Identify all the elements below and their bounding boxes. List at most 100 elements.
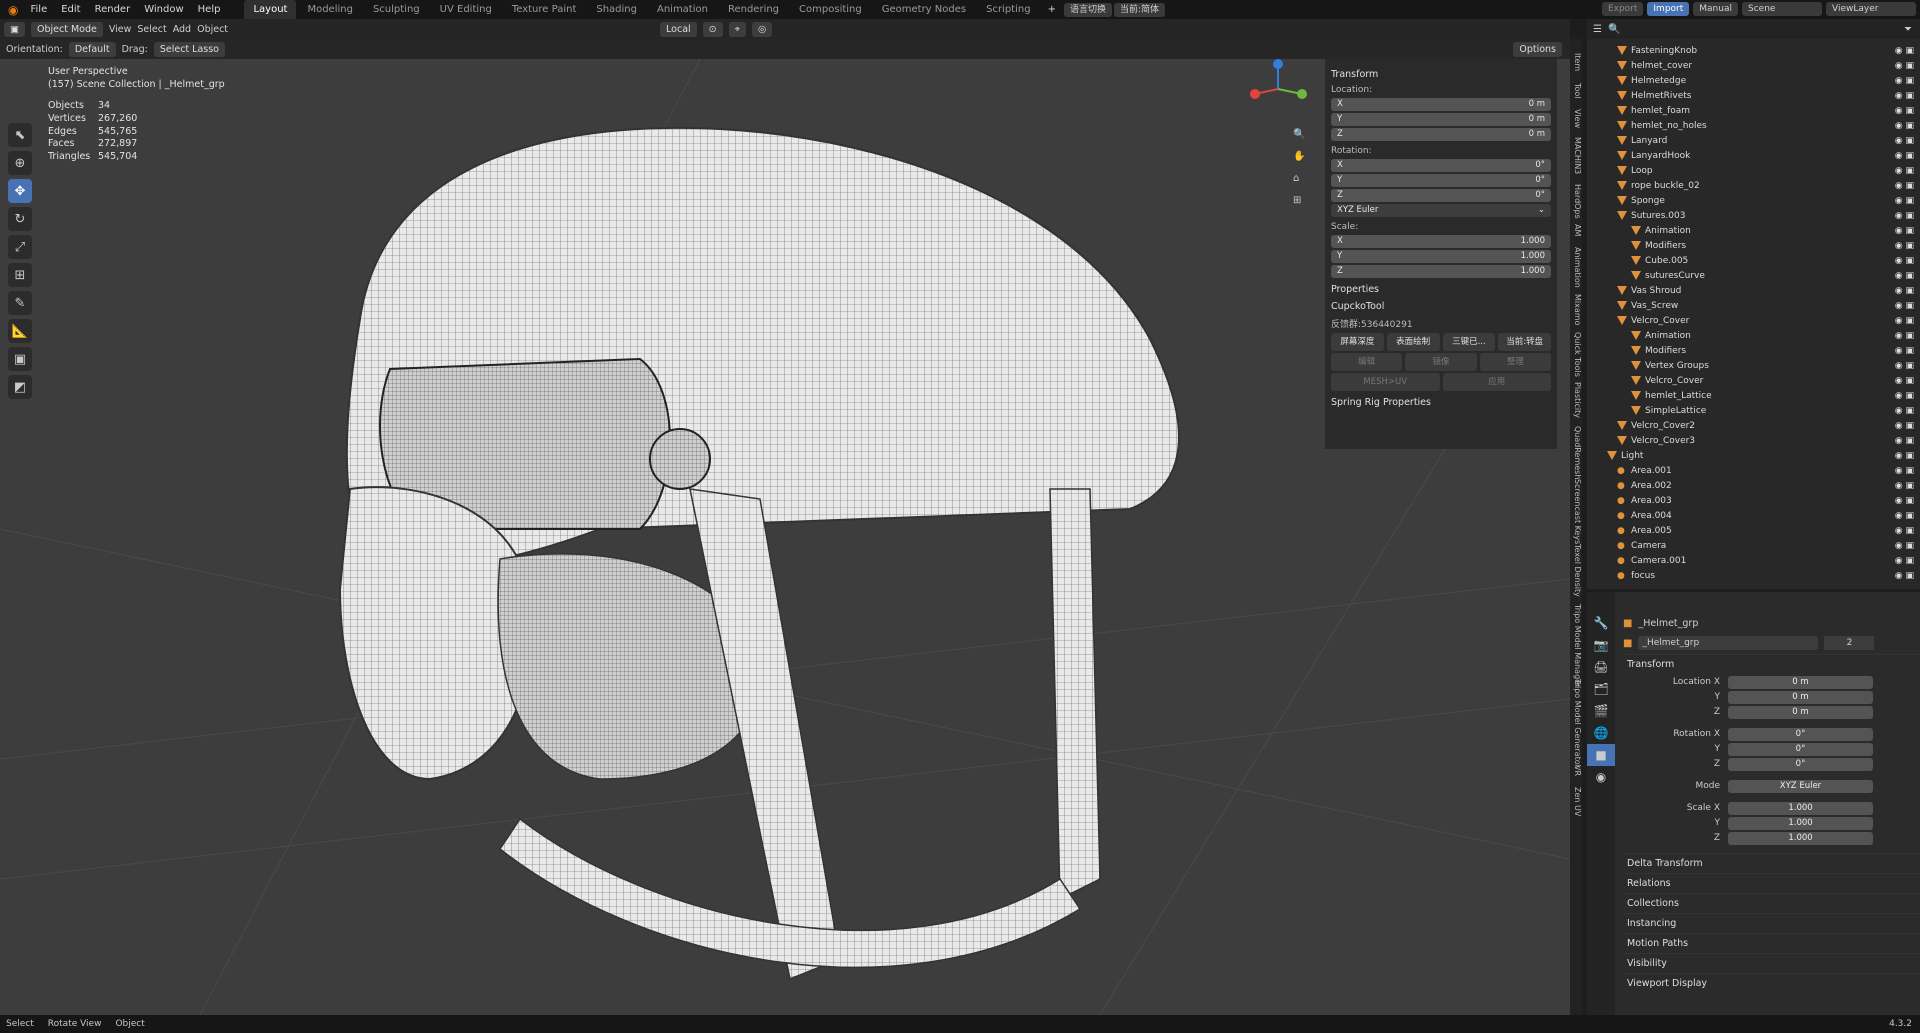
transform-tool-icon[interactable]: ⊞	[8, 263, 32, 287]
outliner-row[interactable]: ● Area.001 ◉ ▣	[1587, 463, 1920, 478]
spring-rig-panel-header[interactable]: Spring Rig Properties	[1331, 397, 1551, 408]
visibility-eye-icon[interactable]: ◉ ▣	[1895, 151, 1914, 161]
vtab-tool[interactable]: Tool	[1570, 83, 1582, 99]
outliner-editor-icon[interactable]: ☰	[1593, 24, 1602, 35]
orientation-dropdown[interactable]: Default	[68, 41, 116, 57]
visibility-eye-icon[interactable]: ◉ ▣	[1895, 331, 1914, 341]
outliner-row[interactable]: LanyardHook ◉ ▣	[1587, 148, 1920, 163]
outliner-row[interactable]: Animation ◉ ▣	[1587, 223, 1920, 238]
menu-window[interactable]: Window	[138, 0, 189, 19]
vtab-plasticity[interactable]: Plasticity	[1570, 382, 1582, 418]
navigation-gizmo[interactable]	[1250, 59, 1310, 119]
scale-x-field[interactable]: X 1.000	[1331, 235, 1551, 248]
transform-panel-header[interactable]: Transform	[1331, 69, 1551, 80]
vtab-view[interactable]: View	[1570, 109, 1582, 128]
outliner-row[interactable]: ● Camera.001 ◉ ▣	[1587, 553, 1920, 568]
object-props-icon[interactable]: ■	[1587, 744, 1615, 766]
add-cube-tool-icon[interactable]: ▣	[8, 347, 32, 371]
extra-tool-icon[interactable]: ◩	[8, 375, 32, 399]
turntable-button[interactable]: 当前:转盘	[1498, 333, 1551, 351]
ortho-toggle-icon[interactable]: ⊞	[1293, 195, 1301, 206]
visibility-eye-icon[interactable]: ◉ ▣	[1895, 181, 1914, 191]
cursor-tool-icon[interactable]: ⊕	[8, 151, 32, 175]
language-switch-button[interactable]: 语言切换	[1063, 2, 1112, 17]
outliner-row[interactable]: Velcro_Cover2 ◉ ▣	[1587, 418, 1920, 433]
visibility-eye-icon[interactable]: ◉ ▣	[1895, 571, 1914, 581]
prop-field[interactable]: 0 m	[1728, 705, 1873, 719]
manual-button[interactable]: Manual	[1693, 2, 1738, 16]
add-menu[interactable]: Add	[173, 24, 191, 35]
object-menu[interactable]: Object	[197, 24, 228, 35]
vtab-quadremesh[interactable]: QuadRemesh	[1570, 426, 1582, 479]
outliner-row[interactable]: Vas_Screw ◉ ▣	[1587, 298, 1920, 313]
prop-field[interactable]: 0 m	[1728, 690, 1873, 704]
object-users-count[interactable]: 2	[1824, 636, 1875, 650]
rotation-z-field[interactable]: Z 0°	[1331, 189, 1551, 202]
three-key-button[interactable]: 三键已...	[1442, 333, 1496, 351]
tab-geometry-nodes[interactable]: Geometry Nodes	[873, 0, 975, 19]
surface-draw-button[interactable]: 表面绘制	[1386, 333, 1440, 351]
outliner-row[interactable]: suturesCurve ◉ ▣	[1587, 268, 1920, 283]
prop-field[interactable]: 1.000	[1728, 831, 1873, 845]
outliner-row[interactable]: Modifiers ◉ ▣	[1587, 343, 1920, 358]
object-datablock-icon[interactable]: ■	[1623, 638, 1632, 649]
select-tool-icon[interactable]: ⬉	[8, 123, 32, 147]
outliner-row[interactable]: hemlet_foam ◉ ▣	[1587, 103, 1920, 118]
visibility-eye-icon[interactable]: ◉ ▣	[1895, 136, 1914, 146]
vtab-hardops[interactable]: HardOps	[1570, 184, 1582, 219]
object-mode-dropdown[interactable]: Object Mode	[30, 21, 103, 37]
tab-sculpting[interactable]: Sculpting	[364, 0, 429, 19]
measure-tool-icon[interactable]: 📐	[8, 319, 32, 343]
tab-scripting[interactable]: Scripting	[977, 0, 1039, 19]
import-button[interactable]: Import	[1647, 2, 1690, 16]
visibility-eye-icon[interactable]: ◉ ▣	[1895, 451, 1914, 461]
screen-depth-button[interactable]: 屏幕深度	[1331, 333, 1384, 351]
vtab-mixamo[interactable]: Mixamo	[1570, 294, 1582, 325]
select-menu[interactable]: Select	[137, 24, 166, 35]
outliner-row[interactable]: hemlet_Lattice ◉ ▣	[1587, 388, 1920, 403]
section-collections[interactable]: Collections	[1623, 893, 1920, 913]
visibility-eye-icon[interactable]: ◉ ▣	[1895, 391, 1914, 401]
visibility-eye-icon[interactable]: ◉ ▣	[1895, 541, 1914, 551]
outliner-row[interactable]: Cube.005 ◉ ▣	[1587, 253, 1920, 268]
location-y-field[interactable]: Y0 m	[1331, 113, 1551, 126]
tool-props-icon[interactable]: 🔧	[1587, 612, 1615, 634]
outliner-row[interactable]: Vertex Groups ◉ ▣	[1587, 358, 1920, 373]
vtab-machin3[interactable]: MACHIN3	[1570, 137, 1582, 174]
properties-panel-header[interactable]: Properties	[1331, 284, 1551, 295]
outliner-row[interactable]: FasteningKnob ◉ ▣	[1587, 43, 1920, 58]
prop-field[interactable]: XYZ Euler	[1728, 779, 1873, 793]
outliner-row[interactable]: Helmetedge ◉ ▣	[1587, 73, 1920, 88]
vtab-tripo-generator[interactable]: Tripo Model Generator	[1570, 679, 1582, 768]
menu-file[interactable]: File	[24, 0, 53, 19]
section-delta-transform[interactable]: Delta Transform	[1623, 853, 1920, 873]
prop-field[interactable]: 1.000	[1728, 801, 1873, 815]
vtab-quick-tools[interactable]: Quick Tools	[1570, 332, 1582, 377]
outliner-row[interactable]: Sutures.003 ◉ ▣	[1587, 208, 1920, 223]
prop-field[interactable]: 0 m	[1728, 675, 1873, 689]
object-name-field[interactable]: _Helmet_grp	[1638, 636, 1819, 650]
rotation-x-field[interactable]: X 0°	[1331, 159, 1551, 172]
outliner-row[interactable]: HelmetRivets ◉ ▣	[1587, 88, 1920, 103]
tidy-button[interactable]: 整理	[1479, 353, 1551, 371]
visibility-eye-icon[interactable]: ◉ ▣	[1895, 496, 1914, 506]
vtab-tripo-manager[interactable]: Tripo Model Manager	[1570, 604, 1582, 687]
transform-orientation-dropdown[interactable]: Local	[660, 21, 697, 37]
visibility-eye-icon[interactable]: ◉ ▣	[1895, 406, 1914, 416]
tab-texture-paint[interactable]: Texture Paint	[503, 0, 586, 19]
edit-button[interactable]: 编辑	[1331, 353, 1403, 371]
visibility-eye-icon[interactable]: ◉ ▣	[1895, 61, 1914, 71]
outliner-row[interactable]: Velcro_Cover ◉ ▣	[1587, 373, 1920, 388]
prop-field[interactable]: 1.000	[1728, 816, 1873, 830]
scene-selector[interactable]: Scene	[1742, 2, 1822, 16]
rotation-y-field[interactable]: Y 0°	[1331, 174, 1551, 187]
vtab-animation[interactable]: Animation	[1570, 247, 1582, 288]
rotate-tool-icon[interactable]: ↻	[8, 207, 32, 231]
outliner-row[interactable]: ● Camera ◉ ▣	[1587, 538, 1920, 553]
rotation-mode-dropdown[interactable]: XYZ Euler ⌄	[1331, 204, 1551, 217]
pan-hand-icon[interactable]: ✋	[1293, 151, 1305, 162]
menu-edit[interactable]: Edit	[55, 0, 86, 19]
visibility-eye-icon[interactable]: ◉ ▣	[1895, 376, 1914, 386]
vtab-texel-density[interactable]: Texel Density	[1570, 544, 1582, 597]
visibility-eye-icon[interactable]: ◉ ▣	[1895, 316, 1914, 326]
